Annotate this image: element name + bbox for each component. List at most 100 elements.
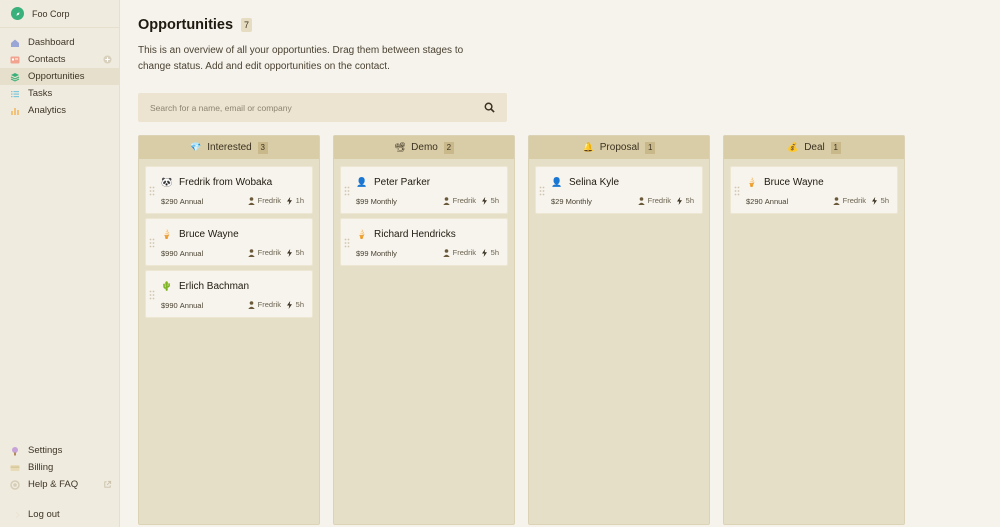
avatar: 🍦 <box>161 228 173 239</box>
sidebar-item-billing[interactable]: Billing <box>0 459 119 476</box>
search-input[interactable] <box>150 102 484 113</box>
stage-column-proposal: 🔔 Proposal 1 👤 Selina Kyle $29 Monthly F… <box>528 135 710 525</box>
deal-owner: Fredrik <box>442 248 476 257</box>
deal-amount: $29 <box>551 197 564 206</box>
sidebar-item-dashboard[interactable]: Dashboard <box>0 34 119 51</box>
stage-card-list: 🐼 Fredrik from Wobaka $290 Annual Fredri… <box>139 159 319 325</box>
age-value: 5h <box>490 196 499 205</box>
page-description: This is an overview of all your opportun… <box>138 45 464 72</box>
drag-handle-icon[interactable] <box>149 290 155 300</box>
stage-name: Proposal <box>599 142 640 153</box>
sidebar-item-label: Contacts <box>28 54 66 65</box>
sidebar-logout: Log out <box>0 506 119 523</box>
deal-value: $990 Annual <box>161 301 203 310</box>
contacts-icon <box>10 55 20 65</box>
stage-column-deal: 💰 Deal 1 🍦 Bruce Wayne $290 Annual Fredr… <box>723 135 905 525</box>
logout-label: Log out <box>28 509 60 520</box>
stage-count-badge: 2 <box>443 141 454 154</box>
sidebar-item-analytics[interactable]: Analytics <box>0 102 119 119</box>
user-icon <box>247 300 255 309</box>
billing-icon <box>10 463 20 473</box>
contact-name: Peter Parker <box>374 177 431 188</box>
sidebar-item-settings[interactable]: Settings <box>0 442 119 459</box>
projector-icon: 📽 <box>393 142 406 152</box>
user-icon <box>442 196 450 205</box>
stage-name: Interested <box>207 142 252 153</box>
opportunity-card[interactable]: 🐼 Fredrik from Wobaka $290 Annual Fredri… <box>145 166 313 214</box>
lightning-icon <box>676 196 682 205</box>
logout-button[interactable]: Log out <box>0 506 119 523</box>
opportunity-card[interactable]: 🍦 Bruce Wayne $290 Annual Fredrik 5h <box>730 166 898 214</box>
deal-age: 5h <box>481 196 499 205</box>
opportunity-card[interactable]: 🍦 Richard Hendricks $99 Monthly Fredrik … <box>340 218 508 266</box>
deal-period: Monthly <box>370 249 397 258</box>
deal-period: Annual <box>179 249 204 258</box>
money-bag-icon: 💰 <box>787 142 799 152</box>
sidebar-item-tasks[interactable]: Tasks <box>0 85 119 102</box>
opportunity-card[interactable]: 👤 Peter Parker $99 Monthly Fredrik 5h <box>340 166 508 214</box>
drag-handle-icon[interactable] <box>149 186 155 196</box>
deal-period: Annual <box>179 301 204 310</box>
deal-owner: Fredrik <box>832 196 866 205</box>
owner-name: Fredrik <box>452 248 476 257</box>
avatar: 🍦 <box>746 176 758 187</box>
help-icon <box>10 479 20 490</box>
deal-period: Annual <box>764 197 789 206</box>
age-value: 5h <box>295 248 304 257</box>
deal-age: 5h <box>286 248 304 257</box>
sidebar-bottom-nav: Settings Billing Help & FAQ <box>0 442 119 493</box>
drag-handle-icon[interactable] <box>344 186 350 196</box>
opportunity-card[interactable]: 🍦 Bruce Wayne $990 Annual Fredrik 5h <box>145 218 313 266</box>
deal-owner: Fredrik <box>442 196 476 205</box>
logout-icon <box>10 510 20 520</box>
avatar: 🌵 <box>161 280 173 291</box>
layers-icon <box>10 72 20 82</box>
settings-icon <box>10 446 20 456</box>
contact-name: Bruce Wayne <box>179 229 239 240</box>
deal-amount: $99 <box>356 249 369 258</box>
age-value: 5h <box>880 196 889 205</box>
lightning-icon <box>481 248 487 257</box>
deal-amount: $990 <box>161 249 178 258</box>
stage-count-badge: 1 <box>830 141 841 154</box>
sidebar-item-label: Dashboard <box>28 37 75 48</box>
sidebar-item-help[interactable]: Help & FAQ <box>0 476 119 493</box>
deal-value: $99 Monthly <box>356 197 397 206</box>
sidebar-item-opportunities[interactable]: Opportunities <box>0 68 119 85</box>
deal-owner: Fredrik <box>247 248 281 257</box>
drag-handle-icon[interactable] <box>539 186 545 196</box>
age-value: 1h <box>295 196 304 205</box>
contact-name: Richard Hendricks <box>374 229 456 240</box>
opportunity-card[interactable]: 👤 Selina Kyle $29 Monthly Fredrik 5h <box>535 166 703 214</box>
search-icon[interactable] <box>484 102 495 113</box>
stage-column-interested: 💎 Interested 3 🐼 Fredrik from Wobaka $29… <box>138 135 320 525</box>
lightning-icon <box>286 196 292 205</box>
workspace-name: Foo Corp <box>32 8 70 19</box>
opportunity-card[interactable]: 🌵 Erlich Bachman $990 Annual Fredrik 5h <box>145 270 313 318</box>
list-icon <box>10 89 20 99</box>
owner-name: Fredrik <box>257 248 281 257</box>
home-icon <box>10 38 20 48</box>
drag-handle-icon[interactable] <box>344 238 350 248</box>
deal-age: 1h <box>286 196 304 205</box>
add-contact-icon[interactable] <box>103 55 112 64</box>
external-link-icon <box>104 480 112 488</box>
sidebar: Foo Corp Dashboard Contacts Opportunitie… <box>0 0 120 527</box>
avatar: 🐼 <box>161 176 173 187</box>
deal-period: Monthly <box>565 197 592 206</box>
workspace-switcher[interactable]: Foo Corp <box>0 0 119 28</box>
deal-owner: Fredrik <box>247 300 281 309</box>
sidebar-item-contacts[interactable]: Contacts <box>0 51 119 68</box>
stage-count-badge: 3 <box>257 141 268 154</box>
pipeline-board: 💎 Interested 3 🐼 Fredrik from Wobaka $29… <box>138 135 905 525</box>
stage-count-badge: 1 <box>645 141 656 154</box>
drag-handle-icon[interactable] <box>149 238 155 248</box>
deal-value: $29 Monthly <box>551 197 592 206</box>
drag-handle-icon[interactable] <box>734 186 740 196</box>
stage-card-list: 🍦 Bruce Wayne $290 Annual Fredrik 5h <box>724 159 904 221</box>
user-icon <box>247 248 255 257</box>
stage-card-list: 👤 Selina Kyle $29 Monthly Fredrik 5h <box>529 159 709 221</box>
deal-owner: Fredrik <box>247 196 281 205</box>
owner-name: Fredrik <box>257 196 281 205</box>
user-icon <box>247 196 255 205</box>
